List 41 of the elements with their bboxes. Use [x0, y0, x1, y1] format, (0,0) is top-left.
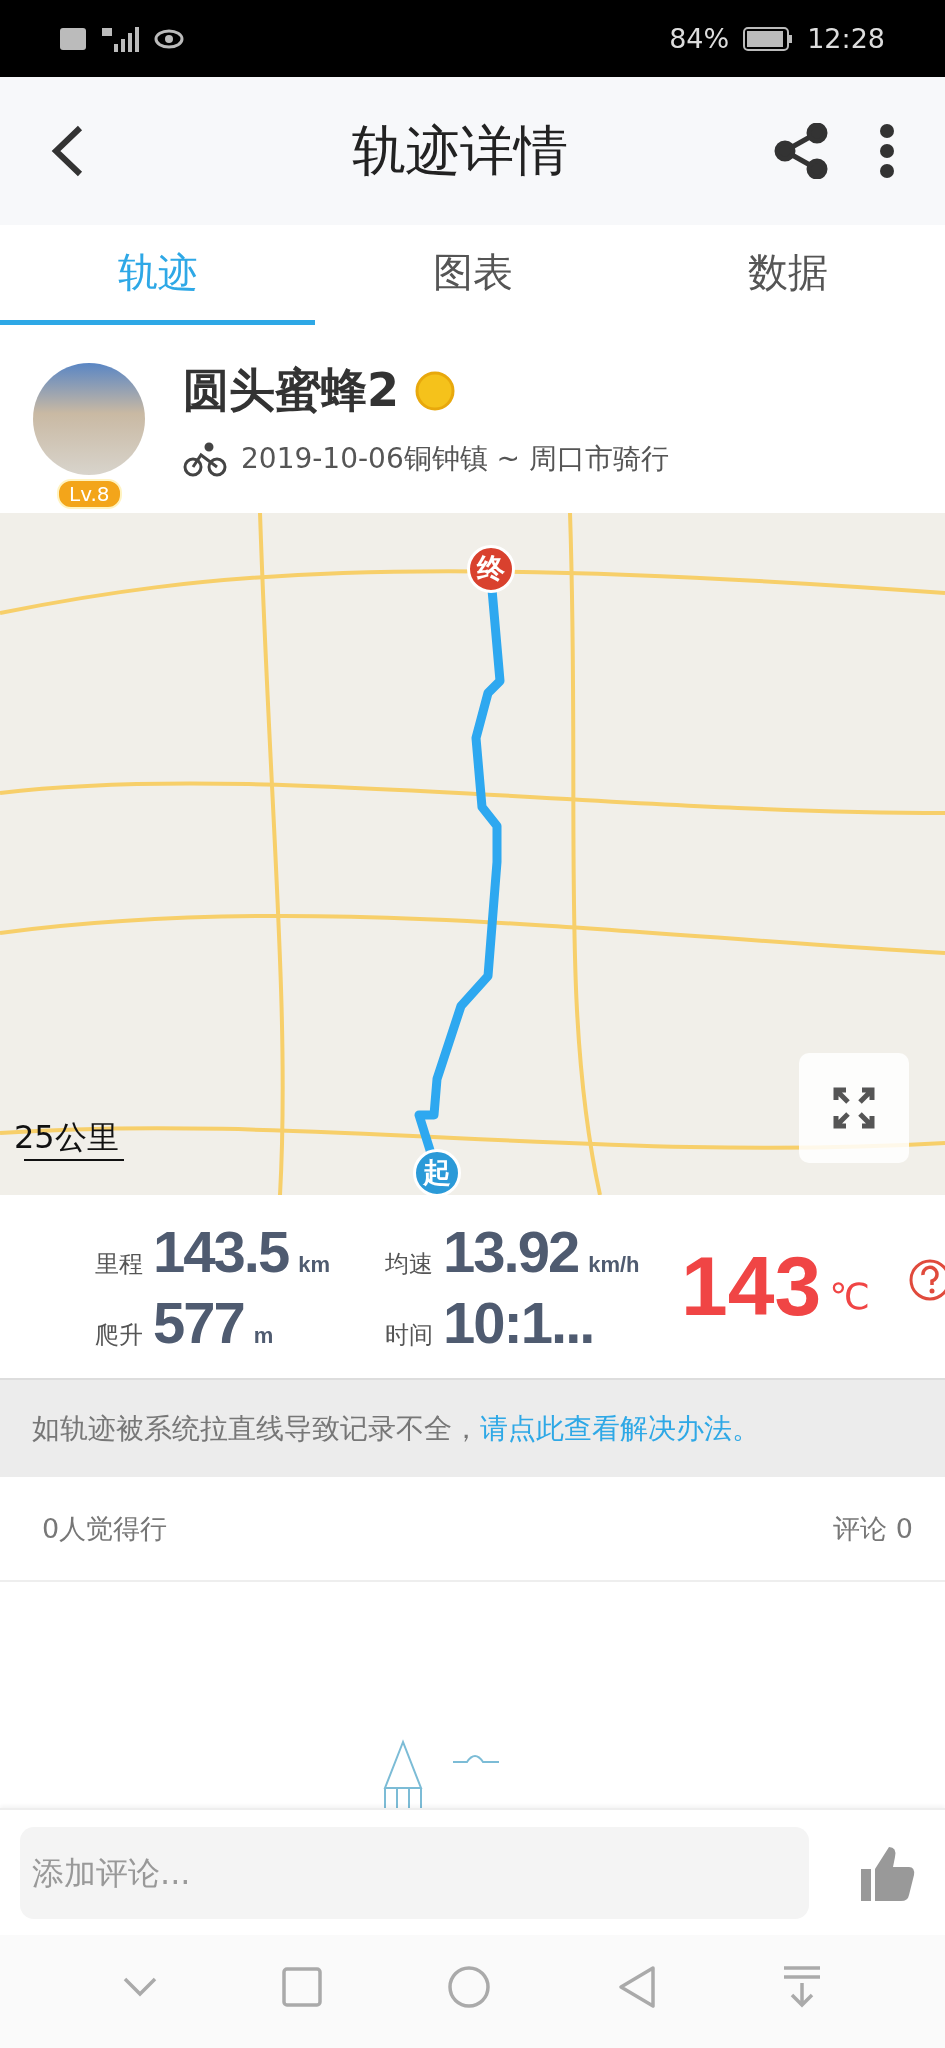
clock: 12:28	[807, 23, 885, 54]
user-name: 圆头蜜蜂2	[183, 362, 399, 419]
stat-label: 时间	[385, 1319, 433, 1351]
more-icon[interactable]	[879, 123, 895, 179]
share-icon[interactable]	[773, 123, 829, 179]
triangle-icon[interactable]	[616, 1964, 657, 2009]
stat-label: 均速	[385, 1248, 433, 1280]
stat-label: 里程	[95, 1248, 143, 1280]
level-badge: Lv.8	[57, 479, 122, 509]
download-icon[interactable]	[782, 1964, 823, 2009]
temperature-unit: ℃	[829, 1276, 870, 1317]
chevron-down-icon[interactable]	[122, 1976, 157, 1997]
end-marker: 终	[467, 545, 515, 593]
circle-icon[interactable]	[447, 1964, 492, 2009]
comments-count[interactable]: 评论 0	[833, 1510, 913, 1547]
medal-icon	[413, 369, 457, 413]
hd-icon	[60, 27, 86, 50]
likes-count: 0人觉得行	[42, 1511, 168, 1546]
stat-value: 577	[153, 1288, 244, 1356]
eye-icon	[154, 27, 184, 50]
stat-value: 13.92	[443, 1217, 579, 1285]
ride-subtitle: 2019-10-06铜钟镇 ~ 周口市骑行	[241, 441, 669, 477]
notice-text: 如轨迹被系统拉直线导致记录不全，请点此查看解决办法。	[32, 1410, 760, 1447]
stat-unit: m	[253, 1322, 274, 1349]
signal-icon	[100, 25, 140, 52]
stat-label: 爬升	[95, 1319, 143, 1351]
stat-value: 143.5	[153, 1217, 289, 1285]
square-icon[interactable]	[282, 1966, 323, 2007]
page-title: 轨迹详情	[350, 117, 569, 184]
cyclist-icon	[183, 441, 227, 477]
stat-unit: km/h	[588, 1251, 640, 1278]
comment-field[interactable]: 添加评论...	[20, 1826, 809, 1919]
temperature-value: 143	[681, 1238, 822, 1335]
stat-unit: km	[298, 1251, 330, 1278]
fullscreen-button[interactable]	[799, 1053, 909, 1163]
battery-percent: 84%	[669, 23, 730, 54]
expand-icon[interactable]	[832, 1086, 876, 1130]
battery-icon	[743, 26, 794, 51]
stat-value: 10:1...	[443, 1288, 594, 1356]
start-marker: 起	[413, 1149, 461, 1195]
help-icon[interactable]	[907, 1258, 945, 1302]
